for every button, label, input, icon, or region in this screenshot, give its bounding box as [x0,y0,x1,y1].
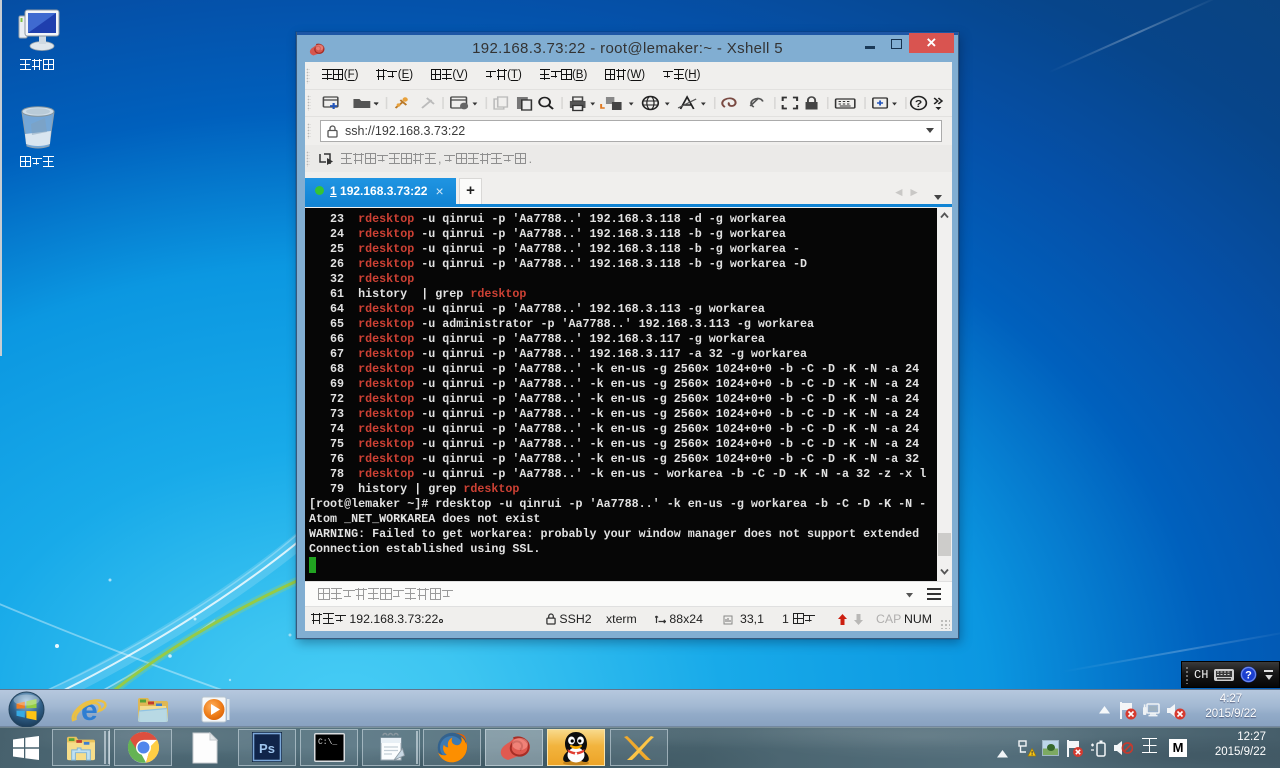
svg-text:Ps: Ps [259,741,275,756]
svg-text:?: ? [915,99,923,110]
svg-text:?: ? [1246,670,1253,682]
svg-text:C:\_: C:\_ [318,738,337,747]
